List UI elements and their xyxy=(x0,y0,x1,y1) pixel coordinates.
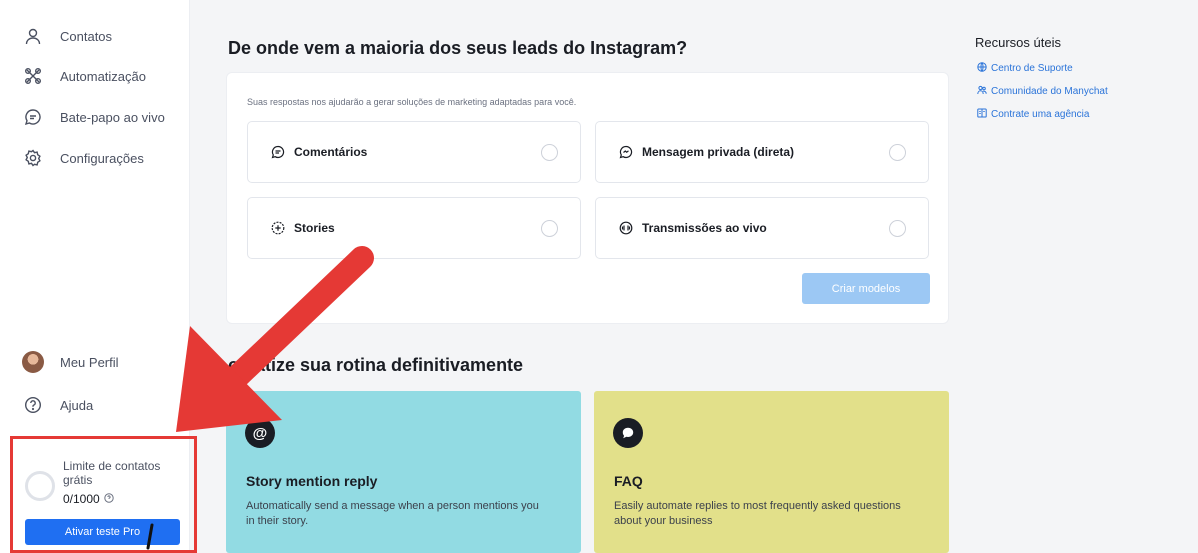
option-radio[interactable] xyxy=(541,219,558,237)
avatar xyxy=(22,351,44,373)
help-icon xyxy=(22,394,44,416)
sidebar-item-contatos[interactable]: Contatos xyxy=(22,24,112,48)
live-icon xyxy=(618,220,634,236)
link-label: Centro de Suporte xyxy=(991,63,1073,74)
chat-icon xyxy=(22,106,44,128)
at-icon: @ xyxy=(245,418,275,448)
option-transmissoes-ao-vivo[interactable]: Transmissões ao vivo xyxy=(595,197,929,259)
community-icon xyxy=(977,85,987,98)
sidebar-item-label: Ajuda xyxy=(60,397,94,413)
help-icon[interactable] xyxy=(104,492,114,506)
sidebar-item-configuracoes[interactable]: Configurações xyxy=(22,146,144,170)
template-title: FAQ xyxy=(614,473,643,489)
option-label: Transmissões ao vivo xyxy=(642,221,767,235)
leads-source-card: Suas respostas nos ajudarão a gerar solu… xyxy=(226,72,949,324)
template-title: Story mention reply xyxy=(246,473,378,489)
contact-limit-progress-ring xyxy=(25,471,55,501)
option-label: Comentários xyxy=(294,145,368,159)
comment-icon xyxy=(270,144,286,160)
contact-limit-count: 0/1000 xyxy=(63,492,114,506)
create-templates-button[interactable]: Criar modelos xyxy=(802,273,930,304)
card-subtitle: Suas respostas nos ajudarão a gerar solu… xyxy=(247,97,577,107)
sidebar-item-label: Configurações xyxy=(60,150,144,166)
sidebar-item-ajuda[interactable]: Ajuda xyxy=(22,393,93,417)
template-description: Easily automate replies to most frequent… xyxy=(614,500,901,527)
option-label: Mensagem privada (direta) xyxy=(642,145,795,159)
option-radio[interactable] xyxy=(889,219,906,237)
resources-title: Recursos úteis xyxy=(975,35,1061,50)
option-radio[interactable] xyxy=(541,143,558,161)
speech-bubble-icon xyxy=(613,418,643,448)
sidebar-item-automatizacao[interactable]: Automatização xyxy=(22,64,146,88)
link-label: Contrate uma agência xyxy=(991,109,1090,120)
contact-limit-value: 0/1000 xyxy=(63,492,100,506)
activate-pro-trial-button[interactable]: Ativar teste Pro xyxy=(25,519,180,545)
option-stories[interactable]: Stories xyxy=(247,197,581,259)
option-comentarios[interactable]: Comentários xyxy=(247,121,581,183)
link-comunidade-manychat[interactable]: Comunidade do Manychat xyxy=(977,85,1108,98)
option-label: Stories xyxy=(294,221,335,235)
message-icon xyxy=(618,144,634,160)
option-mensagem-privada[interactable]: Mensagem privada (direta) xyxy=(595,121,929,183)
sidebar-item-meu-perfil[interactable]: Meu Perfil xyxy=(22,350,119,374)
gear-icon xyxy=(22,147,44,169)
contact-limit-title: Limite de contatos grátis xyxy=(63,459,161,487)
template-description: Automatically send a message when a pers… xyxy=(246,500,539,527)
sidebar-item-label: Bate-papo ao vivo xyxy=(60,109,165,125)
section-title: omatize sua rotina definitivamente xyxy=(228,355,524,375)
template-card-story-mention[interactable]: @ Story mention reply Automatically send… xyxy=(226,391,581,553)
sidebar-item-label: Meu Perfil xyxy=(60,354,119,370)
stories-plus-icon xyxy=(270,220,286,236)
link-contrate-agencia[interactable]: Contrate uma agência xyxy=(977,108,1089,121)
contact-limit-box: Limite de contatos grátis 0/1000 Ativar … xyxy=(10,436,197,553)
agency-icon xyxy=(977,108,987,121)
user-icon xyxy=(22,25,44,47)
sidebar-item-label: Contatos xyxy=(60,28,113,44)
template-card-faq[interactable]: FAQ Easily automate replies to most freq… xyxy=(594,391,949,553)
option-radio[interactable] xyxy=(889,143,906,161)
sidebar-item-bate-papo[interactable]: Bate-papo ao vivo xyxy=(22,105,165,129)
page-title: De onde vem a maioria dos seus leads do … xyxy=(228,38,688,58)
automation-icon xyxy=(22,65,44,87)
link-label: Comunidade do Manychat xyxy=(991,86,1108,97)
sidebar-item-label: Automatização xyxy=(60,68,146,84)
link-centro-de-suporte[interactable]: Centro de Suporte xyxy=(977,62,1073,75)
globe-icon xyxy=(977,62,987,75)
